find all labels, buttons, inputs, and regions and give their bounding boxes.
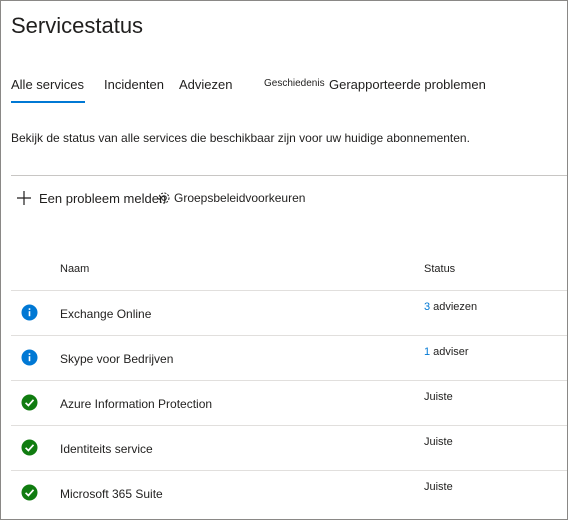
service-status[interactable]: 3 adviezen bbox=[424, 301, 477, 313]
status-text: adviser bbox=[433, 346, 469, 358]
tab-all-services[interactable]: Alle services bbox=[11, 77, 84, 92]
info-icon bbox=[21, 304, 38, 321]
active-tab-indicator bbox=[11, 101, 85, 103]
tab-history[interactable]: Geschiedenis bbox=[264, 78, 325, 89]
report-issue-button[interactable]: Een probleem melden bbox=[15, 189, 166, 207]
table-row[interactable]: Identiteits service Juiste bbox=[11, 425, 567, 471]
group-preferences-button[interactable]: Groepsbeleidvoorkeuren bbox=[155, 189, 305, 207]
tab-incidents[interactable]: Incidenten bbox=[104, 77, 164, 92]
tab-advisories[interactable]: Adviezen bbox=[179, 77, 232, 92]
table-row[interactable]: Azure Information Protection Juiste bbox=[11, 380, 567, 426]
column-header-name[interactable]: Naam bbox=[60, 263, 89, 275]
page-description: Bekijk de status van alle services die b… bbox=[11, 131, 470, 145]
status-count[interactable]: 3 bbox=[424, 301, 430, 313]
service-name[interactable]: Exchange Online bbox=[60, 307, 151, 321]
toolbar-divider bbox=[11, 175, 567, 176]
column-header-status[interactable]: Status bbox=[424, 263, 455, 275]
service-status-page: Servicestatus Alle services Incidenten A… bbox=[0, 0, 568, 520]
check-icon bbox=[21, 484, 38, 501]
service-status[interactable]: 1 adviser bbox=[424, 346, 469, 358]
group-preferences-label: Groepsbeleidvoorkeuren bbox=[174, 191, 306, 205]
service-status: Juiste bbox=[424, 391, 453, 403]
page-title: Servicestatus bbox=[11, 13, 144, 38]
command-bar: Een probleem melden Groepsbeleidvoorkeur… bbox=[15, 189, 535, 209]
table-row[interactable]: Exchange Online 3 adviezen bbox=[11, 290, 567, 336]
check-icon bbox=[21, 394, 38, 411]
service-name[interactable]: Identiteits service bbox=[60, 442, 153, 456]
gear-icon bbox=[155, 189, 173, 207]
service-status: Juiste bbox=[424, 436, 453, 448]
table-row[interactable]: Microsoft 365 Suite Juiste bbox=[11, 470, 567, 516]
check-icon bbox=[21, 439, 38, 456]
table-row[interactable]: Skype voor Bedrijven 1 adviser bbox=[11, 335, 567, 381]
plus-icon bbox=[15, 189, 33, 207]
service-name[interactable]: Azure Information Protection bbox=[60, 397, 212, 411]
status-text: adviezen bbox=[433, 301, 478, 313]
info-icon bbox=[21, 349, 38, 366]
report-issue-label: Een probleem melden bbox=[39, 190, 167, 206]
tab-reported-issues[interactable]: Gerapporteerde problemen bbox=[329, 77, 486, 92]
service-status: Juiste bbox=[424, 481, 453, 493]
service-name[interactable]: Microsoft 365 Suite bbox=[60, 487, 163, 501]
service-name[interactable]: Skype voor Bedrijven bbox=[60, 352, 173, 366]
status-count[interactable]: 1 bbox=[424, 346, 430, 358]
tab-bar: Alle services Incidenten Adviezen Geschi… bbox=[1, 77, 567, 103]
